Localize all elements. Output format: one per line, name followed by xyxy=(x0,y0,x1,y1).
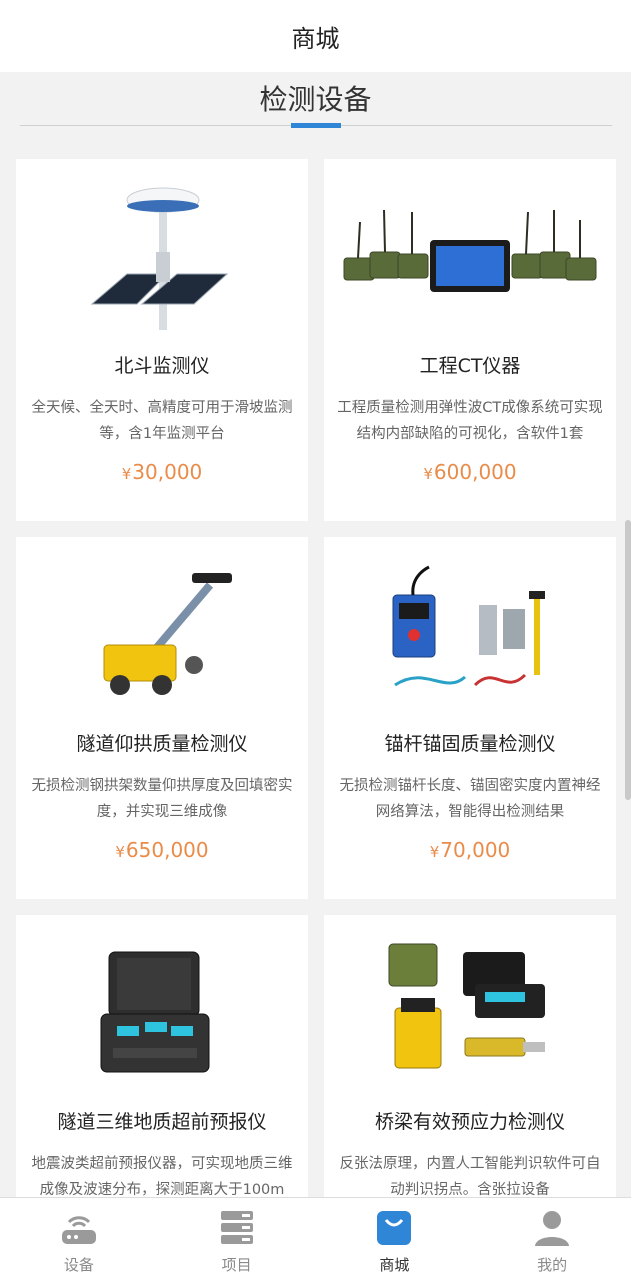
product-description: 工程质量检测用弹性波CT成像系统可实现结构内部缺陷的可视化，含软件1套 xyxy=(337,400,603,442)
product-name: 隧道三维地质超前预报仪 xyxy=(57,1111,267,1133)
tab-label: 设备 xyxy=(63,1256,94,1274)
currency-symbol: ¥ xyxy=(429,843,440,861)
product-card[interactable]: 隧道仰拱质量检测仪 无损检测钢拱架数量仰拱厚度及回填密实度，并实现三维成像 ¥6… xyxy=(16,537,308,899)
tab-profile[interactable]: 我的 xyxy=(473,1198,631,1280)
router-icon xyxy=(59,1208,99,1248)
product-description: 无损检测锚杆长度、锚固密实度内置神经网络算法，智能得出检测结果 xyxy=(339,778,601,820)
server-list-icon xyxy=(217,1208,257,1248)
product-price: ¥30,000 xyxy=(16,460,308,484)
tunnel-inverted-arch-detector-icon xyxy=(16,555,308,715)
product-name: 隧道仰拱质量检测仪 xyxy=(76,733,248,755)
product-description: 反张法原理，内置人工智能判识软件可自动判识拐点。含张拉设备 xyxy=(339,1156,601,1198)
scrollbar[interactable] xyxy=(625,520,631,800)
product-name: 工程CT仪器 xyxy=(419,355,521,377)
product-name: 桥梁有效预应力检测仪 xyxy=(374,1111,565,1133)
engineering-ct-icon xyxy=(324,177,616,337)
tab-mall[interactable]: 商城 xyxy=(316,1198,474,1280)
currency-symbol: ¥ xyxy=(115,843,125,861)
user-icon xyxy=(532,1208,572,1248)
price-value: 600,000 xyxy=(433,460,517,484)
currency-symbol: ¥ xyxy=(121,465,132,483)
product-card[interactable]: 北斗监测仪 全天候、全天时、高精度可用于滑坡监测等，含1年监测平台 ¥30,00… xyxy=(16,159,308,521)
product-name: 北斗监测仪 xyxy=(114,355,210,377)
section-header: 检测设备 xyxy=(0,72,631,132)
tab-projects[interactable]: 项目 xyxy=(158,1198,316,1280)
tab-label: 项目 xyxy=(221,1256,252,1274)
product-card[interactable]: 工程CT仪器 工程质量检测用弹性波CT成像系统可实现结构内部缺陷的可视化，含软件… xyxy=(324,159,616,521)
beidou-monitor-icon xyxy=(16,177,308,337)
section-accent-bar xyxy=(291,123,341,128)
app-header: 商城 xyxy=(0,0,631,72)
tunnel-3d-geology-forecaster-icon xyxy=(16,933,308,1093)
tab-label: 商城 xyxy=(379,1256,410,1274)
price-value: 70,000 xyxy=(440,838,511,862)
tab-label: 我的 xyxy=(537,1256,568,1274)
bridge-prestress-detector-icon xyxy=(324,933,616,1093)
bottom-tab-bar: 设备 项目 商城 我的 xyxy=(0,1197,631,1280)
page-title: 商城 xyxy=(291,24,340,53)
product-price: ¥70,000 xyxy=(324,838,616,862)
anchor-rod-detector-icon xyxy=(324,555,616,715)
product-description: 地震波类超前预报仪器，可实现地质三维成像及波速分布，探测距离大于100m xyxy=(31,1156,293,1198)
product-card[interactable]: 锚杆锚固质量检测仪 无损检测锚杆长度、锚固密实度内置神经网络算法，智能得出检测结… xyxy=(324,537,616,899)
product-description: 无损检测钢拱架数量仰拱厚度及回填密实度，并实现三维成像 xyxy=(31,778,293,820)
product-name: 锚杆锚固质量检测仪 xyxy=(384,733,556,755)
tab-devices[interactable]: 设备 xyxy=(0,1198,158,1280)
section-title: 检测设备 xyxy=(259,83,372,116)
product-price: ¥600,000 xyxy=(324,460,616,484)
price-value: 650,000 xyxy=(125,838,209,862)
product-price: ¥650,000 xyxy=(16,838,308,862)
shopping-bag-icon xyxy=(374,1208,414,1248)
price-value: 30,000 xyxy=(132,460,203,484)
currency-symbol: ¥ xyxy=(423,465,433,483)
product-description: 全天候、全天时、高精度可用于滑坡监测等，含1年监测平台 xyxy=(31,400,293,442)
